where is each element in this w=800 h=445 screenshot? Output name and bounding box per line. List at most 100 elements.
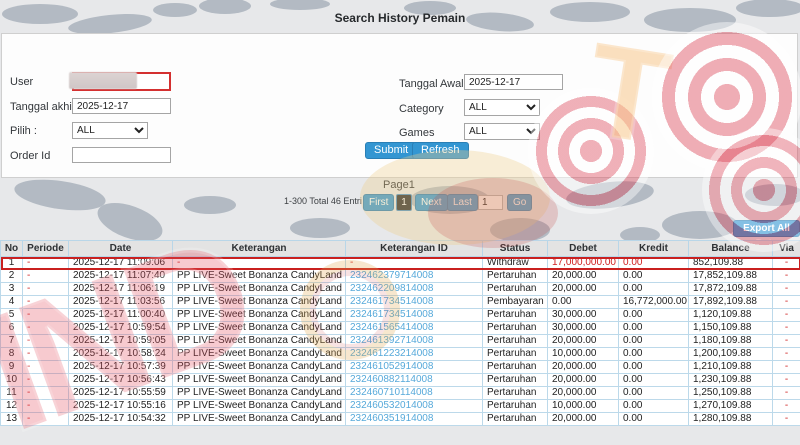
cell-no: 11 (0, 386, 23, 400)
cell-kredit: 16,772,000.00 (618, 295, 689, 309)
cell-via: - (772, 399, 800, 413)
cell-balance: 1,150,109.88 (688, 321, 773, 335)
cell-date: 2025-12-17 10:57:39 (68, 360, 173, 374)
cell-balance: 17,892,109.88 (688, 295, 773, 309)
cell-kredit: 0.00 (618, 256, 689, 270)
cell-via: - (772, 334, 800, 348)
cell-keterangan: PP LIVE-Sweet Bonanza CandyLand (172, 321, 346, 335)
cell-periode: - (22, 373, 69, 387)
cell-keterangan_id[interactable]: 232461392714008 (345, 334, 483, 348)
pagination-summary: 1-300 Total 46 Entri (284, 196, 362, 206)
table-row: 8-2025-12-17 10:58:24 PP LIVE-Sweet Bonan… (0, 347, 800, 361)
pilih-select[interactable]: ALL (72, 122, 148, 139)
table-row: 2-2025-12-17 11:07:40 PP LIVE-Sweet Bonan… (0, 269, 800, 283)
cell-keterangan_id[interactable]: 232461734514008 (345, 295, 483, 309)
cell-debet: 20,000.00 (547, 360, 619, 374)
table-row: 10-2025-12-17 10:56:43 PP LIVE-Sweet Bona… (0, 373, 800, 387)
cell-periode: - (22, 412, 69, 426)
cell-balance: 1,270,109.88 (688, 399, 773, 413)
cell-keterangan_id[interactable]: 232460710114008 (345, 386, 483, 400)
cell-kredit: 0.00 (618, 412, 689, 426)
cell-balance: 1,280,109.88 (688, 412, 773, 426)
cell-via: - (772, 282, 800, 296)
user-label: User (10, 76, 34, 88)
cell-periode: - (22, 347, 69, 361)
export-all-data-button[interactable]: Export All Data (733, 220, 800, 249)
cell-debet: 10,000.00 (547, 347, 619, 361)
user-redaction-blur (69, 72, 137, 89)
cell-keterangan: PP LIVE-Sweet Bonanza CandyLand (172, 347, 346, 361)
games-select[interactable]: ALL (464, 123, 540, 140)
cell-status: Pembayaran (482, 295, 548, 309)
cell-date: 2025-12-17 11:09:06 (68, 256, 173, 270)
cell-keterangan_id[interactable]: 232460351914008 (345, 412, 483, 426)
table-row: 11-2025-12-17 10:55:59 PP LIVE-Sweet Bona… (0, 386, 800, 400)
cell-status: Pertaruhan (482, 373, 548, 387)
cell-periode: - (22, 295, 69, 309)
last-page-button[interactable]: Last (447, 194, 478, 211)
cell-balance: 852,109.88 (688, 256, 773, 270)
cell-date: 2025-12-17 10:58:24 (68, 347, 173, 361)
tanggal-awal-input[interactable] (464, 74, 563, 90)
cell-keterangan_id: - (345, 256, 483, 270)
search-history-screen: Search History Pemain User Tanggal akhir… (0, 0, 800, 445)
tanggal-akhir-label: Tanggal akhir (10, 101, 76, 113)
column-header: Keterangan ID (345, 240, 483, 257)
cell-no: 13 (0, 412, 23, 426)
cell-status: Pertaruhan (482, 360, 548, 374)
cell-via: - (772, 256, 800, 270)
goto-page-input[interactable] (478, 195, 503, 210)
tanggal-akhir-input[interactable] (72, 98, 171, 114)
cell-keterangan: PP LIVE-Sweet Bonanza CandyLand (172, 282, 346, 296)
cell-keterangan_id[interactable]: 232461223214008 (345, 347, 483, 361)
next-page-button[interactable]: Next (415, 194, 448, 211)
refresh-button[interactable]: Refresh (412, 142, 469, 159)
cell-debet: 20,000.00 (547, 412, 619, 426)
cell-via: - (772, 321, 800, 335)
user-field-wrap (69, 71, 171, 91)
cell-keterangan: PP LIVE-Sweet Bonanza CandyLand (172, 295, 346, 309)
cell-debet: 10,000.00 (547, 399, 619, 413)
cell-debet: 30,000.00 (547, 308, 619, 322)
cell-status: Pertaruhan (482, 399, 548, 413)
cell-keterangan_id[interactable]: 232461052914008 (345, 360, 483, 374)
cell-keterangan_id[interactable]: 232462379714008 (345, 269, 483, 283)
cell-no: 1 (0, 256, 23, 270)
cell-keterangan_id[interactable]: 232461734514008 (345, 308, 483, 322)
cell-keterangan_id[interactable]: 232461565414008 (345, 321, 483, 335)
cell-balance: 1,250,109.88 (688, 386, 773, 400)
cell-no: 2 (0, 269, 23, 283)
tanggal-awal-label: Tanggal Awal (399, 78, 464, 90)
cell-status: Pertaruhan (482, 321, 548, 335)
table-row: 3-2025-12-17 11:06:19 PP LIVE-Sweet Bonan… (0, 282, 800, 296)
cell-no: 5 (0, 308, 23, 322)
cell-via: - (772, 308, 800, 322)
cell-keterangan: PP LIVE-Sweet Bonanza CandyLand (172, 360, 346, 374)
go-button[interactable]: Go (507, 194, 533, 211)
current-page-indicator[interactable]: 1 (396, 194, 412, 211)
cell-periode: - (22, 321, 69, 335)
cell-debet: 20,000.00 (547, 373, 619, 387)
cell-kredit: 0.00 (618, 360, 689, 374)
category-select[interactable]: ALL (464, 99, 540, 116)
cell-keterangan_id[interactable]: 232460532014008 (345, 399, 483, 413)
cell-keterangan_id[interactable]: 232460882114008 (345, 373, 483, 387)
column-header: Keterangan (172, 240, 346, 257)
submit-button[interactable]: Submit (365, 142, 418, 159)
cell-keterangan_id[interactable]: 232462209814008 (345, 282, 483, 296)
pilih-label: Pilih : (10, 125, 37, 137)
cell-debet: 0.00 (547, 295, 619, 309)
history-table-body: 1-2025-12-17 11:09:06- - Withdraw 17,000,00… (0, 256, 800, 426)
cell-periode: - (22, 308, 69, 322)
cell-via: - (772, 373, 800, 387)
cell-keterangan: PP LIVE-Sweet Bonanza CandyLand (172, 399, 346, 413)
cell-kredit: 0.00 (618, 269, 689, 283)
cell-balance: 1,230,109.88 (688, 373, 773, 387)
page-number-label: Page1 (383, 179, 415, 191)
cell-date: 2025-12-17 11:06:19 (68, 282, 173, 296)
order-id-input[interactable] (72, 147, 171, 163)
cell-kredit: 0.00 (618, 308, 689, 322)
first-page-button[interactable]: First (363, 194, 395, 211)
table-row: 1-2025-12-17 11:09:06- - Withdraw 17,000,00… (0, 256, 800, 270)
column-header: Kredit (618, 240, 689, 257)
